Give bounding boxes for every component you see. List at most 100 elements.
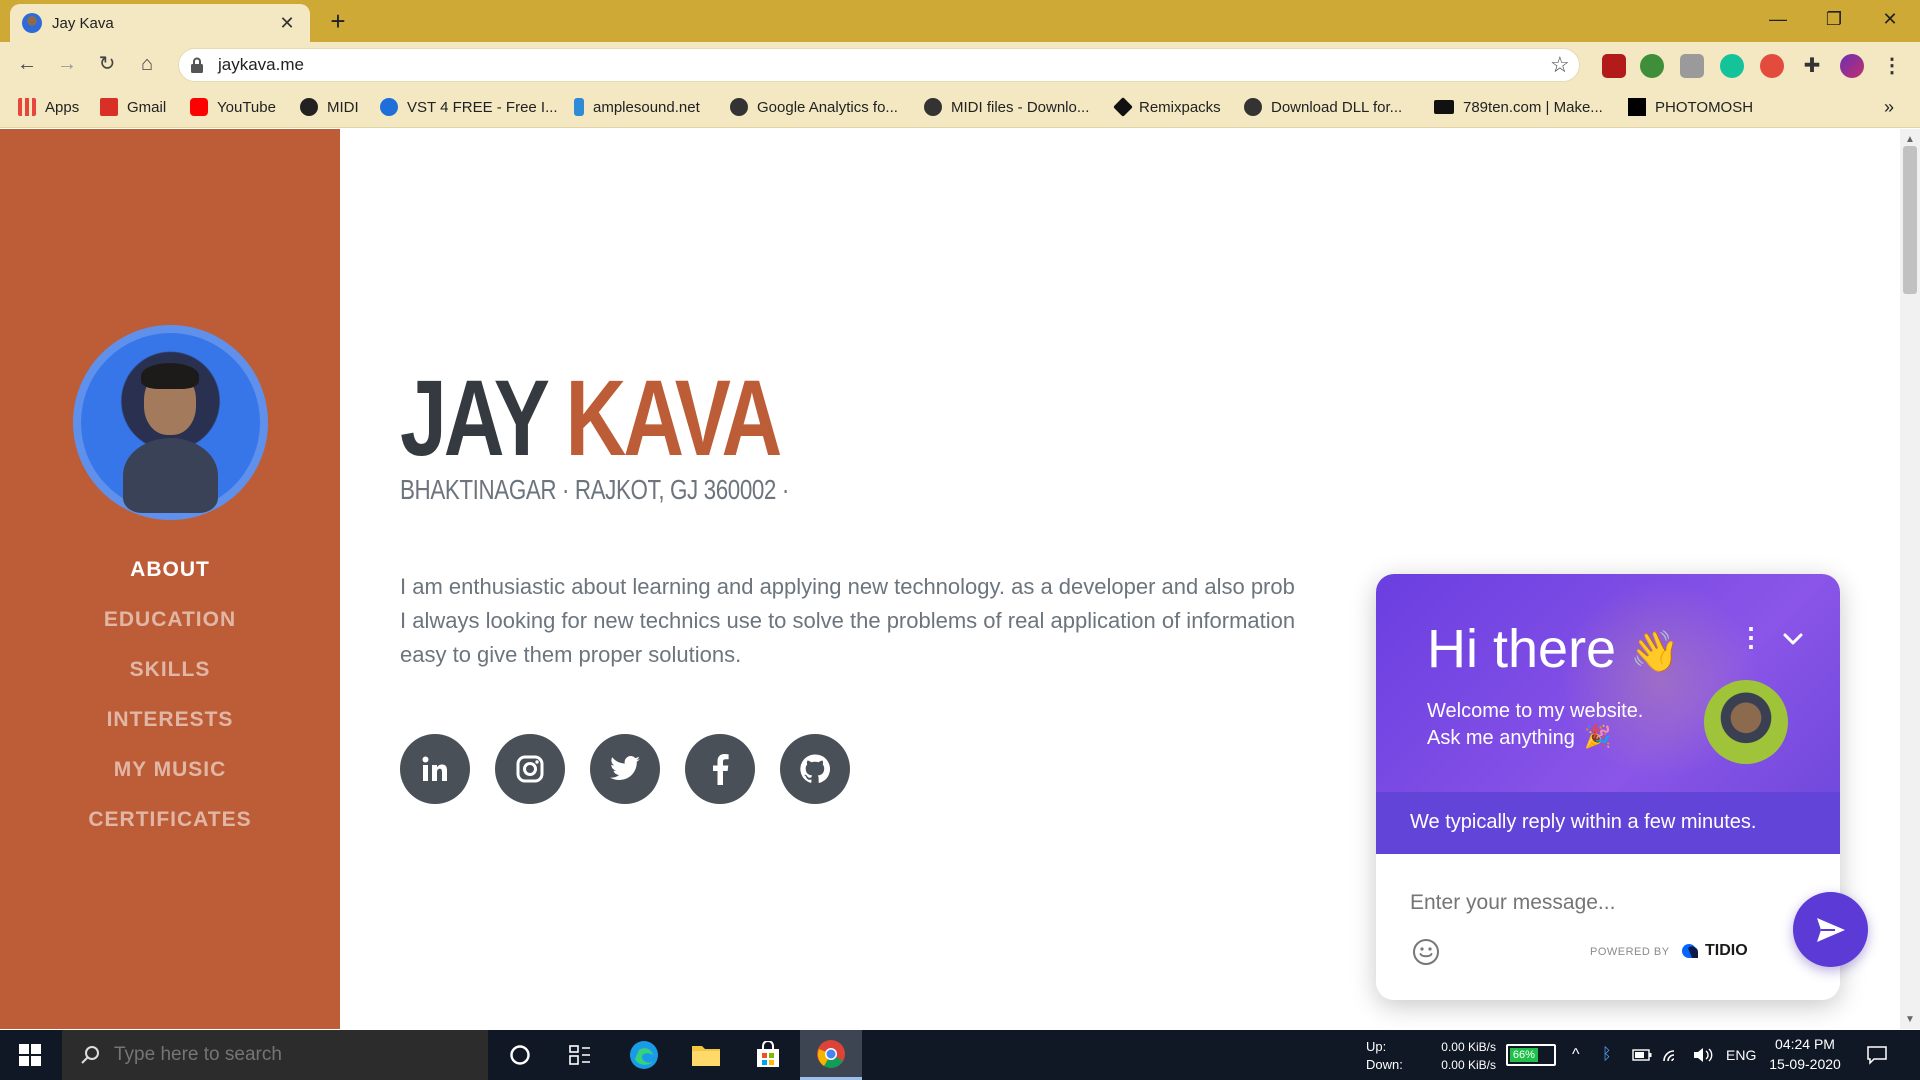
store-taskbar-button[interactable] xyxy=(740,1030,796,1080)
system-clock[interactable]: 04:24 PM 15-09-2020 xyxy=(1760,1034,1850,1074)
close-window-button[interactable]: ✕ xyxy=(1862,0,1918,40)
bookmark-photomosh[interactable]: PHOTOMOSH xyxy=(1628,95,1753,119)
profile-avatar[interactable] xyxy=(1840,54,1864,78)
cortana-circle-icon xyxy=(510,1045,530,1065)
new-tab-button[interactable]: + xyxy=(324,8,352,36)
edge-taskbar-button[interactable] xyxy=(616,1030,672,1080)
url-text[interactable]: jaykava.me xyxy=(218,55,304,75)
extension-badge-icon[interactable] xyxy=(1760,54,1784,78)
lock-icon[interactable] xyxy=(190,57,204,73)
nav-interests[interactable]: INTERESTS xyxy=(0,708,340,732)
input-language-indicator[interactable]: ENG xyxy=(1726,1030,1756,1080)
nav-about[interactable]: ABOUT xyxy=(0,558,340,582)
apps-grid-icon xyxy=(18,98,36,116)
action-center-notification-icon[interactable] xyxy=(1866,1030,1888,1080)
bookmark-midi-files[interactable]: MIDI files - Downlo... xyxy=(924,95,1089,119)
bluetooth-icon[interactable]: ᛒ xyxy=(1602,1030,1612,1080)
nav-skills[interactable]: SKILLS xyxy=(0,658,340,682)
more-bookmarks-button[interactable]: » xyxy=(1884,95,1894,119)
chrome-taskbar-button[interactable] xyxy=(800,1030,862,1080)
net-down-label: Down: xyxy=(1366,1057,1403,1072)
amplesound-icon xyxy=(574,98,584,116)
task-view-button[interactable] xyxy=(552,1030,608,1080)
scroll-down-arrow-icon[interactable]: ▼ xyxy=(1902,1014,1918,1025)
midi-icon xyxy=(300,98,318,116)
extension-shield-icon[interactable] xyxy=(1680,54,1704,78)
net-up-value: 0.00 KiB/s xyxy=(1441,1040,1496,1054)
nav-my-music[interactable]: MY MUSIC xyxy=(0,758,340,782)
scrollbar-thumb[interactable] xyxy=(1903,146,1917,294)
instagram-button[interactable] xyxy=(495,734,565,804)
network-speed-values: 0.00 KiB/s 0.00 KiB/s xyxy=(1438,1038,1496,1074)
bookmark-midi[interactable]: MIDI xyxy=(300,95,359,119)
chat-welcome-line: Welcome to my website. xyxy=(1427,700,1644,722)
grammarly-extension-icon[interactable] xyxy=(1720,54,1744,78)
nav-education[interactable]: EDUCATION xyxy=(0,608,340,632)
address-bar[interactable] xyxy=(178,48,1580,82)
ublock-extension-icon[interactable] xyxy=(1602,54,1626,78)
bookmark-amplesound[interactable]: amplesound.net xyxy=(574,95,700,119)
start-button[interactable] xyxy=(0,1030,60,1080)
show-hidden-icons-chevron-up-icon[interactable]: ^ xyxy=(1572,1030,1580,1080)
bio-line: I always looking for new technics use to… xyxy=(400,608,1296,633)
linkedin-button[interactable] xyxy=(400,734,470,804)
edge-browser-icon xyxy=(630,1041,658,1069)
tab-close-icon[interactable]: ✕ xyxy=(276,13,298,34)
back-button[interactable]: ← xyxy=(12,50,42,80)
chat-message-input[interactable] xyxy=(1410,888,1710,918)
profile-photo xyxy=(73,325,268,520)
bio-line: I am enthusiastic about learning and app… xyxy=(400,574,1295,599)
battery-level-fill: 66% xyxy=(1510,1048,1538,1062)
bookmark-star-icon[interactable]: ☆ xyxy=(1550,52,1570,78)
restore-window-button[interactable]: ❐ xyxy=(1806,0,1862,40)
bookmark-gmail[interactable]: Gmail xyxy=(100,95,166,119)
cortana-button[interactable] xyxy=(492,1030,548,1080)
remixpacks-icon xyxy=(1113,97,1133,117)
youtube-icon xyxy=(190,98,208,116)
bio-paragraph: I am enthusiastic about learning and app… xyxy=(400,570,1380,680)
forward-button[interactable]: → xyxy=(52,50,82,80)
reload-button[interactable]: ↻ xyxy=(92,50,122,80)
battery-tray-icon[interactable] xyxy=(1632,1030,1652,1080)
twitter-button[interactable] xyxy=(590,734,660,804)
file-explorer-taskbar-button[interactable] xyxy=(678,1030,734,1080)
send-paper-plane-icon xyxy=(1816,917,1845,942)
tab-favicon-icon xyxy=(22,13,42,33)
taskbar-search-box[interactable] xyxy=(62,1030,488,1080)
microsoft-store-icon xyxy=(757,1041,779,1067)
wifi-icon[interactable] xyxy=(1662,1030,1682,1080)
chat-send-button[interactable] xyxy=(1793,892,1868,967)
taskbar-search-input[interactable] xyxy=(114,1044,454,1066)
chrome-menu-icon[interactable]: ⋮ xyxy=(1880,54,1904,78)
browser-tab[interactable]: Jay Kava ✕ xyxy=(10,4,310,42)
nav-certificates[interactable]: CERTIFICATES xyxy=(0,808,340,832)
chat-welcome-text: Welcome to my website. Ask me anything xyxy=(1427,698,1687,752)
bookmark-apps[interactable]: Apps xyxy=(18,95,79,119)
home-button[interactable]: ⌂ xyxy=(132,50,162,80)
battery-indicator[interactable]: 66% xyxy=(1506,1044,1556,1066)
first-name: JAY xyxy=(400,357,548,478)
github-button[interactable] xyxy=(780,734,850,804)
bookmark-remixpacks[interactable]: Remixpacks xyxy=(1113,95,1221,119)
photomosh-icon xyxy=(1628,98,1646,116)
extension-globe-icon[interactable] xyxy=(1640,54,1664,78)
minimize-window-button[interactable]: — xyxy=(1750,0,1806,40)
bookmark-789ten[interactable]: 789ten.com | Make... xyxy=(1434,95,1603,119)
bookmark-google-analytics[interactable]: Google Analytics fo... xyxy=(730,95,898,119)
extensions-puzzle-icon[interactable]: ✚ xyxy=(1800,54,1824,78)
chat-compose-area xyxy=(1376,854,1840,1000)
emoji-picker-icon[interactable] xyxy=(1412,938,1440,966)
volume-icon[interactable] xyxy=(1692,1030,1714,1080)
bookmark-youtube[interactable]: YouTube xyxy=(190,95,276,119)
bookmark-download-dll[interactable]: Download DLL for... xyxy=(1244,95,1402,119)
facebook-button[interactable] xyxy=(685,734,755,804)
address-subheading: BHAKTINAGAR · RAJKOT, GJ 360002 · xyxy=(400,474,789,505)
scroll-up-arrow-icon[interactable]: ▲ xyxy=(1902,134,1918,145)
bookmark-vst4free[interactable]: VST 4 FREE - Free I... xyxy=(380,95,558,119)
tidio-brand-link[interactable]: TIDIO xyxy=(1680,942,1748,960)
gmail-icon xyxy=(100,98,118,116)
party-popper-icon: 🎉 xyxy=(1584,724,1612,749)
folder-icon xyxy=(692,1046,720,1066)
chat-options-menu-icon[interactable]: ⋮ xyxy=(1738,622,1764,653)
chat-minimize-chevron-down-icon[interactable] xyxy=(1780,626,1806,652)
